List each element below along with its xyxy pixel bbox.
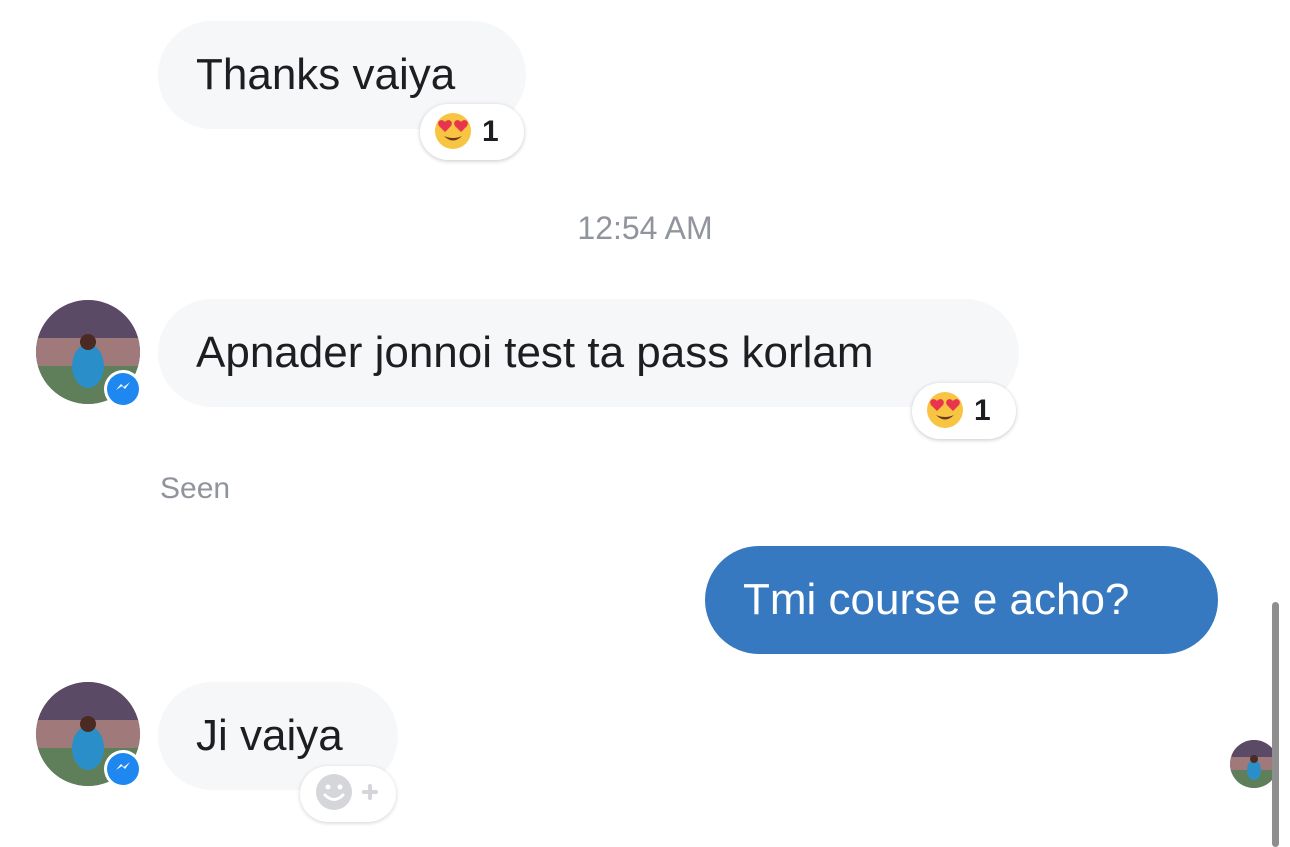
reaction-count: 1 bbox=[482, 115, 499, 148]
message-text: Ji vaiya bbox=[196, 711, 343, 760]
messenger-bolt-icon bbox=[113, 757, 133, 782]
scrollbar[interactable] bbox=[1272, 602, 1279, 847]
message-bubble-incoming[interactable]: Apnader jonnoi test ta pass korlam bbox=[158, 299, 1019, 407]
read-receipt-avatar bbox=[1230, 740, 1278, 788]
reaction-badge[interactable]: 1 bbox=[912, 383, 1016, 439]
add-reaction-button[interactable] bbox=[300, 766, 396, 822]
message-text: Thanks vaiya bbox=[196, 50, 456, 99]
messenger-badge bbox=[104, 750, 142, 788]
reaction-count: 1 bbox=[974, 394, 991, 427]
message-text: Apnader jonnoi test ta pass korlam bbox=[196, 328, 874, 377]
message-bubble-outgoing[interactable]: Tmi course e acho? bbox=[705, 546, 1218, 654]
chat-thread: Thanks vaiya 1 12:54 AM Apnader jonnoi t… bbox=[0, 0, 1290, 847]
seen-label: Seen bbox=[160, 472, 231, 505]
message-text: Tmi course e acho? bbox=[743, 575, 1130, 624]
reaction-badge[interactable]: 1 bbox=[420, 104, 524, 160]
timestamp: 12:54 AM bbox=[577, 210, 713, 246]
messenger-bolt-icon bbox=[113, 377, 133, 402]
heart-eyes-emoji-icon bbox=[432, 109, 474, 156]
smiley-plus-icon bbox=[312, 772, 384, 817]
messenger-badge bbox=[104, 370, 142, 408]
heart-eyes-emoji-icon bbox=[924, 388, 966, 435]
